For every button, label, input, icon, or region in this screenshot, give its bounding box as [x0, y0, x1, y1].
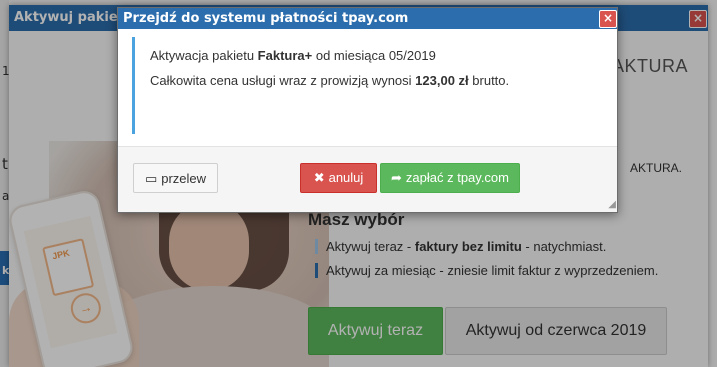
payment-info: Aktywacja pakietu Faktura+ od miesiąca 0… [132, 37, 602, 134]
price-info-line: Całkowita cena usługi wraz z prowizją wy… [150, 73, 509, 88]
package-name: Faktura+ [257, 48, 313, 63]
package-info-line: Aktywacja pakietu Faktura+ od miesiąca 0… [150, 48, 436, 63]
resize-grip-icon[interactable]: ◢ [604, 199, 616, 211]
pay-label: zapłać z tpay.com [405, 170, 509, 185]
close-icon[interactable]: × [599, 10, 617, 28]
share-arrow-icon: ➦ [391, 171, 402, 186]
modal-body: Aktywacja pakietu Faktura+ od miesiąca 0… [118, 29, 617, 146]
tpay-payment-modal: Przejdź do systemu płatności tpay.com × … [117, 7, 618, 213]
price-value: 123,00 zł [415, 73, 469, 88]
pay-tpay-button[interactable]: ➦ zapłać z tpay.com [380, 163, 520, 193]
info-text: od miesiąca 05/2019 [312, 48, 436, 63]
close-icon: ✖ [313, 171, 325, 186]
transfer-label: przelew [161, 171, 207, 186]
cancel-label: anuluj [328, 170, 364, 185]
transfer-button[interactable]: ▭ przelew [133, 163, 218, 193]
info-text: Aktywacja pakietu [150, 48, 258, 63]
cancel-button[interactable]: ✖ anuluj [300, 163, 377, 193]
modal-footer: ▭ przelew ✖ anuluj ➦ zapłać z tpay.com ◢ [118, 146, 617, 212]
info-text: brutto. [468, 73, 510, 88]
info-text: Całkowita cena usługi wraz z prowizją wy… [150, 73, 416, 88]
money-icon: ▭ [144, 172, 158, 187]
modal-title: Przejdź do systemu płatności tpay.com [118, 8, 617, 29]
